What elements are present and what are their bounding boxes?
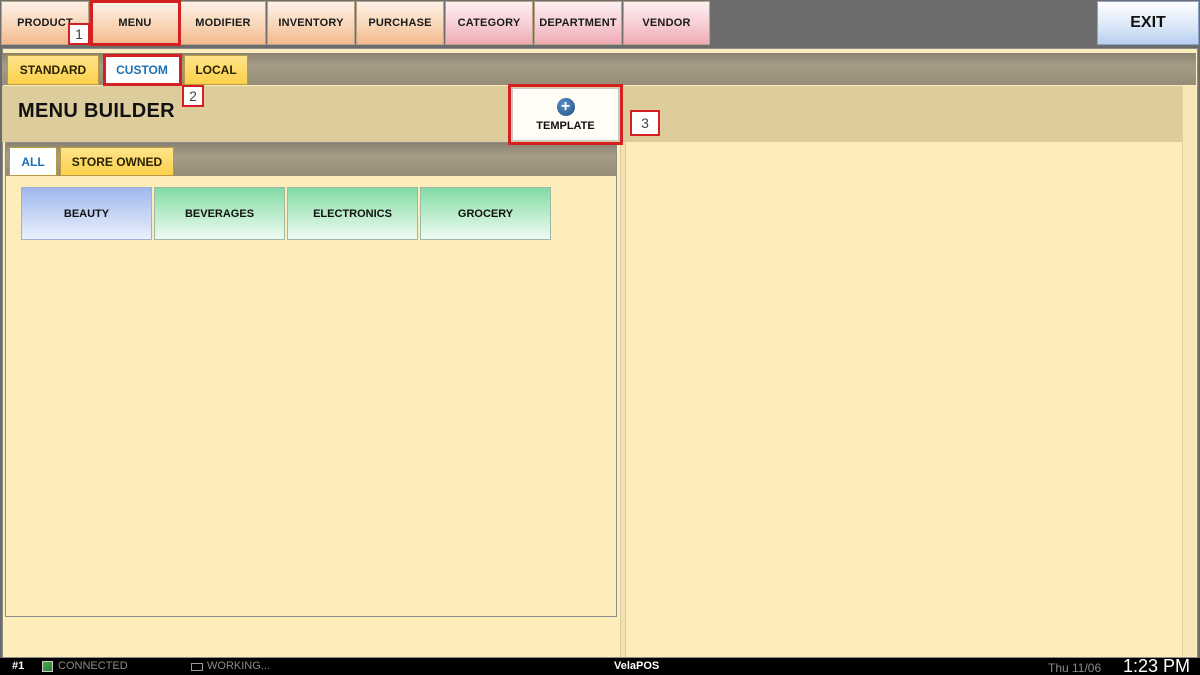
tab-local[interactable]: LOCAL (184, 55, 248, 85)
vertical-scrollbar[interactable] (1182, 86, 1196, 656)
working-status: WORKING... (207, 660, 270, 672)
connection-status: CONNECTED (58, 660, 128, 672)
working-icon (191, 663, 203, 671)
tab-standard[interactable]: STANDARD (7, 55, 99, 85)
plus-circle-icon: + (556, 97, 575, 116)
category-beauty-button[interactable]: BEAUTY (21, 187, 152, 240)
status-bar: #1 CONNECTED WORKING... VelaPOS Thu 11/0… (0, 656, 1200, 675)
nav-inventory-button[interactable]: INVENTORY (267, 1, 355, 45)
exit-button[interactable]: EXIT (1097, 1, 1199, 45)
callout-label-1: 1 (68, 23, 90, 45)
status-time: 1:23 PM (1123, 656, 1191, 675)
add-template-button[interactable]: + TEMPLATE (512, 88, 619, 141)
category-beverages-button[interactable]: BEVERAGES (154, 187, 285, 240)
status-date: Thu 11/06 (1048, 661, 1102, 675)
top-nav: PRODUCT MENU MODIFIER INVENTORY PURCHASE… (0, 0, 1200, 46)
nav-category-button[interactable]: CATEGORY (445, 1, 533, 45)
connection-icon (42, 661, 53, 672)
nav-purchase-button[interactable]: PURCHASE (356, 1, 444, 45)
subtab-all[interactable]: ALL (9, 147, 57, 176)
template-button-label: TEMPLATE (536, 119, 595, 132)
callout-label-3: 3 (630, 110, 660, 136)
tab-custom[interactable]: CUSTOM (104, 55, 180, 85)
callout-label-2: 2 (182, 85, 204, 107)
subtab-store-owned[interactable]: STORE OWNED (60, 147, 174, 176)
nav-department-button[interactable]: DEPARTMENT (534, 1, 622, 45)
nav-modifier-button[interactable]: MODIFIER (180, 1, 266, 45)
category-grocery-button[interactable]: GROCERY (420, 187, 551, 240)
nav-vendor-button[interactable]: VENDOR (623, 1, 710, 45)
tab-strip (2, 53, 1196, 85)
page-title: MENU BUILDER (18, 100, 175, 122)
app-name: VelaPOS (614, 660, 660, 672)
category-electronics-button[interactable]: ELECTRONICS (287, 187, 418, 240)
nav-menu-button[interactable]: MENU (91, 1, 179, 45)
panel-splitter[interactable] (620, 142, 626, 657)
terminal-number: #1 (12, 660, 25, 672)
